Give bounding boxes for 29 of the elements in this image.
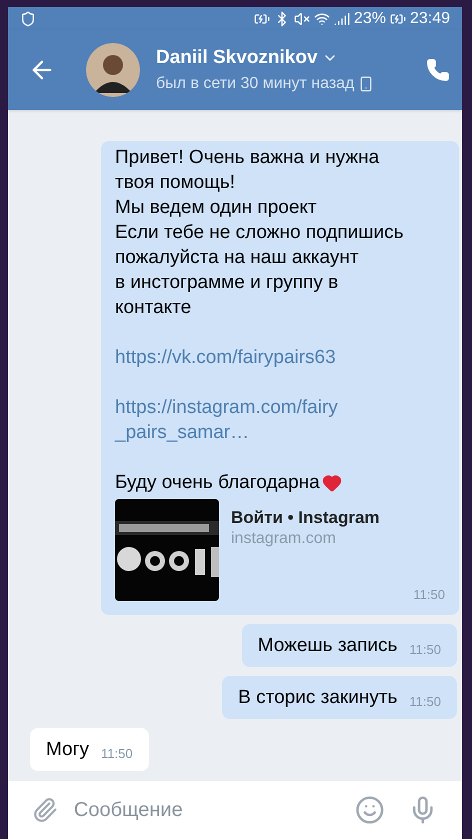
emoji-icon[interactable]	[354, 794, 384, 826]
battery-level: 23%	[354, 8, 386, 28]
message-time: 11:50	[409, 642, 441, 657]
shield-icon	[20, 10, 36, 26]
message-text: Можешь запись	[258, 634, 398, 658]
message-text: В сторис закинуть	[238, 686, 398, 710]
mute-icon	[294, 10, 310, 26]
preview-title[interactable]: Войти • Instagram	[231, 507, 380, 529]
instagram-link[interactable]: https://instagram.com/fairy_pairs_samar…	[115, 395, 339, 445]
message-time: 11:50	[409, 694, 441, 709]
message-field[interactable]: Сообщение	[8, 781, 462, 839]
signal-icon	[334, 10, 350, 26]
phone-device-icon	[358, 76, 374, 92]
message-time: 11:50	[101, 746, 133, 761]
message-text: Привет! Очень важна и нужна твоя помощь! Мы ведем один проект Если тебе не сложно подпишись пожалуйста на наш аккаунт в инстограмме и группу в контакте	[115, 146, 405, 320]
vk-link[interactable]: https://vk.com/fairypairs63	[115, 345, 339, 370]
call-icon[interactable]	[426, 58, 450, 82]
preview-domain: instagram.com	[231, 529, 337, 549]
message-text: Могу	[46, 738, 90, 762]
message-time: 11:50	[413, 587, 445, 602]
avatar[interactable]	[86, 43, 140, 97]
heart-icon	[322, 472, 342, 492]
clock: 23:49	[410, 8, 450, 28]
message-input[interactable]: Сообщение	[74, 795, 339, 825]
message-text: Буду очень благодарна	[115, 471, 320, 495]
wifi-icon	[314, 10, 330, 26]
attach-icon[interactable]	[32, 796, 58, 824]
last-seen: был в сети 30 минут назад	[156, 74, 354, 94]
contact-name[interactable]: Daniil Skvoznikov	[156, 44, 318, 72]
